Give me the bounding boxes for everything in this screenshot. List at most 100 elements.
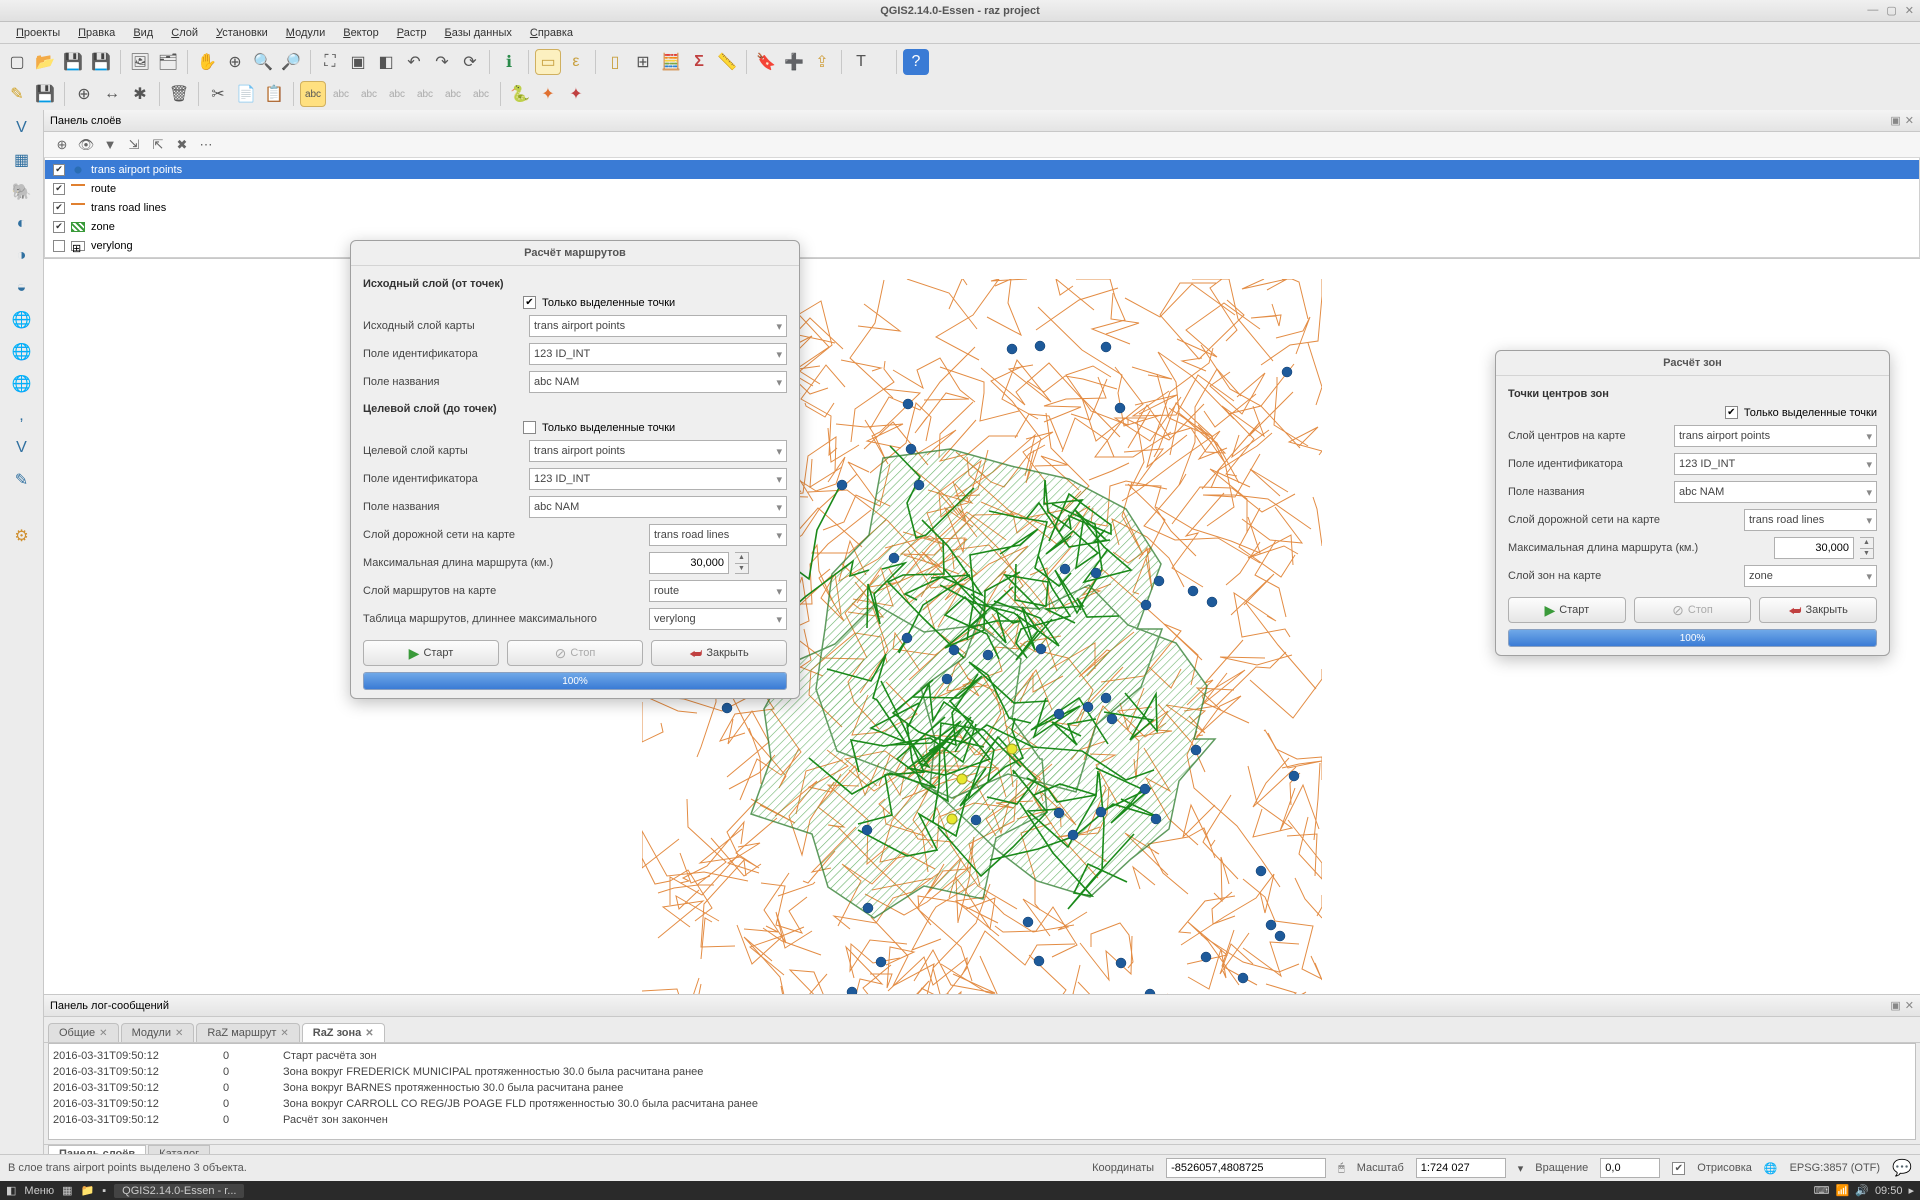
zones-only-selected-check[interactable]: ✔	[1725, 406, 1738, 419]
add-group-icon[interactable]: ⊕	[52, 135, 72, 155]
add-oracle-icon[interactable]: ◒	[8, 274, 36, 302]
log-tab-0[interactable]: Общие✕	[48, 1023, 119, 1042]
taskbar-menu[interactable]: Меню	[24, 1185, 54, 1197]
routes-start-button[interactable]: ▶Старт	[363, 640, 499, 666]
label-icon[interactable]: abc	[300, 81, 326, 107]
zones-start-button[interactable]: ▶Старт	[1508, 597, 1626, 623]
plugin-2-icon[interactable]: ✦	[563, 81, 589, 107]
select-expression-icon[interactable]: ε	[563, 49, 589, 75]
identify-icon[interactable]: ℹ	[496, 49, 522, 75]
scale-input[interactable]	[1416, 1158, 1506, 1178]
taskbar-qgis[interactable]: QGIS2.14.0-Essen - r...	[114, 1184, 244, 1198]
routes-close-button[interactable]: ⮨Закрыть	[651, 640, 787, 666]
close-icon[interactable]: ✕	[1905, 4, 1914, 17]
routes-dialog[interactable]: Расчёт маршрутов Исходный слой (от точек…	[350, 240, 800, 699]
routes-out-select[interactable]: route▾	[649, 580, 787, 602]
add-wcs-icon[interactable]: 🌐	[8, 338, 36, 366]
zoom-out-icon[interactable]: 🔎	[278, 49, 304, 75]
panel-close-icon[interactable]: ✕	[1905, 114, 1914, 127]
annotation-icon[interactable]: T	[848, 49, 874, 75]
refresh-icon[interactable]: ⟳	[457, 49, 483, 75]
menu-view[interactable]: Вид	[125, 25, 161, 41]
menu-vector[interactable]: Вектор	[335, 25, 387, 41]
new-shapefile-icon[interactable]: ✎	[8, 466, 36, 494]
layer-options-icon[interactable]: ⋯	[196, 135, 216, 155]
log-undock-icon[interactable]: ▣	[1890, 999, 1900, 1012]
expand-icon[interactable]: ⇲	[124, 135, 144, 155]
add-csv-icon[interactable]: ,	[8, 402, 36, 430]
routes-src-name-select[interactable]: abc NAM▾	[529, 371, 787, 393]
taskbar-net-icon[interactable]: 📶	[1836, 1184, 1850, 1197]
menu-edit[interactable]: Правка	[70, 25, 123, 41]
help-icon[interactable]: ?	[903, 49, 929, 75]
export-icon[interactable]: ⇪	[809, 49, 835, 75]
remove-icon[interactable]: ✖	[172, 135, 192, 155]
sigma-icon[interactable]: Σ	[686, 49, 712, 75]
zoom-layer-icon[interactable]: ◧	[373, 49, 399, 75]
label-tool-5-icon[interactable]: abc	[440, 81, 466, 107]
routes-road-select[interactable]: trans road lines▾	[649, 524, 787, 546]
delete-icon[interactable]: 🗑	[166, 81, 192, 107]
zones-stop-button[interactable]: ⊘Стоп	[1634, 597, 1752, 623]
taskbar-tray-icon[interactable]: ▸	[1908, 1184, 1914, 1197]
add-feature-icon[interactable]: ⊕	[71, 81, 97, 107]
undock-icon[interactable]: ▣	[1890, 114, 1900, 127]
routes-maxlen-spinner[interactable]: ▲▼	[735, 552, 749, 574]
layer-list[interactable]: ✔trans airport points✔route✔trans road l…	[44, 158, 1920, 258]
zones-road-select[interactable]: trans road lines▾	[1744, 509, 1877, 531]
log-tab-close-icon[interactable]: ✕	[99, 1028, 107, 1039]
taskbar-vol-icon[interactable]: 🔊	[1855, 1184, 1869, 1197]
label-tool-2-icon[interactable]: abc	[356, 81, 382, 107]
taskbar-term-icon[interactable]: ▪	[102, 1185, 106, 1197]
log-tab-3[interactable]: RaZ зона✕	[302, 1023, 385, 1042]
new-bookmark-icon[interactable]: ➕	[781, 49, 807, 75]
menu-database[interactable]: Базы данных	[437, 25, 520, 41]
rotation-input[interactable]	[1600, 1158, 1660, 1178]
routes-stop-button[interactable]: ⊘Стоп	[507, 640, 643, 666]
add-wms-icon[interactable]: 🌐	[8, 306, 36, 334]
attribute-table-icon[interactable]: ⊞	[630, 49, 656, 75]
routes-dst-only-selected-check[interactable]	[523, 421, 536, 434]
label-tool-6-icon[interactable]: abc	[468, 81, 494, 107]
start-menu-icon[interactable]: ◧	[6, 1184, 16, 1197]
zones-id-select[interactable]: 123 ID_INT▾	[1674, 453, 1877, 475]
zones-close-button[interactable]: ⮨Закрыть	[1759, 597, 1877, 623]
routes-maxlen-input[interactable]	[649, 552, 729, 574]
label-tool-3-icon[interactable]: abc	[384, 81, 410, 107]
taskbar-apps-icon[interactable]: ▦	[62, 1184, 72, 1197]
scale-lock-icon[interactable]: ▾	[1518, 1162, 1524, 1175]
log-tab-1[interactable]: Модули✕	[121, 1023, 195, 1042]
zones-out-select[interactable]: zone▾	[1744, 565, 1877, 587]
minimize-icon[interactable]: —	[1867, 4, 1878, 17]
add-mssql-icon[interactable]: ◑	[8, 242, 36, 270]
zones-name-select[interactable]: abc NAM▾	[1674, 481, 1877, 503]
menu-projects[interactable]: Проекты	[8, 25, 68, 41]
layer-row-route[interactable]: ✔route	[45, 179, 1919, 198]
open-project-icon[interactable]: 📂	[32, 49, 58, 75]
zoom-in-icon[interactable]: 🔍	[250, 49, 276, 75]
zones-centers-select[interactable]: trans airport points▾	[1674, 425, 1877, 447]
select-icon[interactable]: ▭	[535, 49, 561, 75]
taskbar-time[interactable]: 09:50	[1875, 1185, 1903, 1197]
menu-layer[interactable]: Слой	[163, 25, 206, 41]
add-wfs-icon[interactable]: 🌐	[8, 370, 36, 398]
label-tool-4-icon[interactable]: abc	[412, 81, 438, 107]
menu-settings[interactable]: Установки	[208, 25, 276, 41]
layer-row-trans-road-lines[interactable]: ✔trans road lines	[45, 198, 1919, 217]
routes-dst-layer-select[interactable]: trans airport points▾	[529, 440, 787, 462]
layer-row-trans-airport-points[interactable]: ✔trans airport points	[45, 160, 1919, 179]
add-spatialite-icon[interactable]: ◐	[8, 210, 36, 238]
routes-dst-name-select[interactable]: abc NAM▾	[529, 496, 787, 518]
collapse-icon[interactable]: ⇱	[148, 135, 168, 155]
composer-manager-icon[interactable]: 🗂	[155, 49, 181, 75]
taskbar-files-icon[interactable]: 📁	[81, 1184, 95, 1197]
add-raster-icon[interactable]: ▦	[8, 146, 36, 174]
zones-maxlen-input[interactable]	[1774, 537, 1854, 559]
edit-toggle-icon[interactable]: ✎	[4, 81, 30, 107]
filter-icon[interactable]: ▼	[100, 135, 120, 155]
save-edits-icon[interactable]: 💾	[32, 81, 58, 107]
visibility-icon[interactable]: 👁	[76, 135, 96, 155]
menu-plugins[interactable]: Модули	[278, 25, 333, 41]
log-tab-close-icon[interactable]: ✕	[365, 1028, 373, 1039]
measure-icon[interactable]: 📏	[714, 49, 740, 75]
